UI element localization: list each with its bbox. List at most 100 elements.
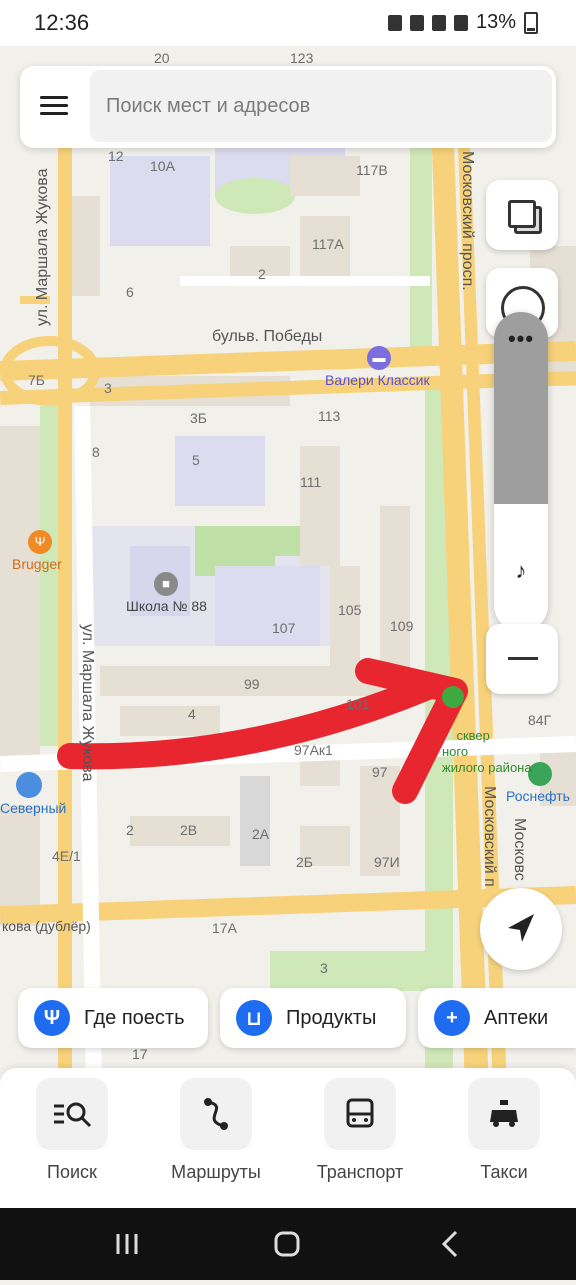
mall-icon — [16, 772, 42, 798]
house-number: 2 — [126, 822, 134, 838]
house-number: 113 — [318, 408, 341, 424]
bus-icon — [324, 1078, 396, 1150]
house-number: 4Е/1 — [52, 848, 81, 864]
fork-knife-icon: Ψ — [34, 1000, 70, 1036]
route-icon — [180, 1078, 252, 1150]
status-time: 12:36 — [34, 10, 90, 35]
navigation-arrow-icon — [508, 914, 534, 942]
nav-transport[interactable]: Транспорт — [288, 1078, 432, 1183]
park-icon — [442, 686, 464, 708]
nav-taxi[interactable]: Такси — [432, 1078, 576, 1183]
house-number: 107 — [272, 620, 296, 636]
taxi-icon — [468, 1078, 540, 1150]
house-number: 17А — [212, 920, 237, 936]
category-grocery-chip[interactable]: ⊔ Продукты — [220, 988, 406, 1048]
search-card: Поиск мест и адресов — [20, 66, 556, 148]
house-number: 97Ак1 — [294, 742, 333, 758]
house-number: 99 — [244, 676, 260, 692]
menu-button[interactable] — [36, 86, 76, 126]
street-label: Московский п — [481, 786, 498, 887]
category-food-chip[interactable]: Ψ Где поесть — [18, 988, 208, 1048]
status-icons: 13% — [387, 11, 538, 34]
house-number: 3Б — [190, 410, 207, 426]
house-number: 7Б — [28, 372, 45, 388]
chip-label: Аптеки — [484, 1006, 549, 1029]
house-number: 111 — [300, 474, 322, 490]
school-icon: ■ — [154, 572, 178, 596]
minus-icon — [508, 657, 538, 660]
house-number: 117А — [312, 236, 344, 252]
house-number: 20 — [154, 50, 170, 66]
basket-icon: ⊔ — [236, 1000, 272, 1036]
recents-icon[interactable] — [116, 1234, 138, 1254]
house-number: 105 — [338, 602, 362, 618]
poi-mall[interactable]: Северный — [0, 772, 66, 816]
food-icon: Ψ — [28, 530, 52, 554]
house-number: 12 — [108, 148, 124, 164]
street-label: Московский просп. — [459, 151, 476, 291]
poi-school[interactable]: ■ Школа № 88 — [126, 572, 207, 614]
house-number: 8 — [92, 444, 100, 460]
locate-button[interactable] — [480, 888, 562, 970]
house-number: 109 — [390, 618, 414, 634]
home-icon[interactable] — [274, 1231, 300, 1257]
poi-label: сквер ного жилого района — [442, 728, 532, 775]
nav-search[interactable]: Поиск — [0, 1078, 144, 1183]
house-number: 101 — [346, 696, 370, 712]
layers-button[interactable] — [486, 180, 558, 250]
house-number: 3 — [320, 960, 328, 976]
alarm-icon — [387, 14, 402, 31]
back-icon[interactable] — [441, 1230, 458, 1258]
poi-hotel[interactable]: ▬ Валери Классик — [325, 346, 430, 388]
house-number: 117В — [356, 162, 388, 178]
hotel-icon: ▬ — [367, 346, 391, 370]
chip-label: Где поесть — [84, 1006, 185, 1029]
house-number: 97И — [374, 854, 400, 870]
more-icon[interactable]: ••• — [494, 326, 548, 352]
street-label: бульв. Победы — [212, 328, 323, 345]
poi-food[interactable]: Ψ Brugger — [12, 530, 62, 572]
house-number: 2А — [252, 826, 270, 842]
plus-icon: + — [434, 1000, 470, 1036]
system-nav-bar — [0, 1208, 576, 1280]
nav-routes[interactable]: Маршруты — [144, 1078, 288, 1183]
search-input[interactable]: Поиск мест и адресов — [90, 70, 552, 142]
signal-icon — [453, 14, 468, 31]
street-label: Московс — [511, 818, 528, 881]
house-number: 123 — [290, 50, 314, 66]
house-number: 97 — [372, 764, 388, 780]
house-number: 4 — [188, 706, 196, 722]
house-number: 5 — [192, 452, 200, 468]
house-number: 2В — [180, 822, 198, 838]
house-number: 2Б — [296, 854, 313, 870]
mute-icon — [409, 14, 424, 31]
bottom-nav: Поиск Маршруты Транспорт Такси — [0, 1068, 576, 1208]
data-icon — [431, 14, 446, 31]
zoom-out-button[interactable] — [486, 624, 558, 694]
category-pharmacy-chip[interactable]: + Аптеки — [418, 988, 576, 1048]
battery-icon — [524, 11, 538, 34]
street-label: ул. Маршала Жукова — [34, 168, 51, 326]
street-label: ул. Маршала Жукова — [79, 624, 96, 782]
house-number: 10А — [150, 158, 175, 174]
status-bar: 12:36 13% — [0, 0, 576, 46]
house-number: 6 — [126, 284, 134, 300]
nav-label: Маршруты — [171, 1162, 261, 1182]
layers-icon-front — [508, 200, 536, 228]
battery-percent: 13% — [475, 11, 516, 33]
poi-label: Северный — [0, 800, 67, 816]
street-label: кова (дублёр) — [2, 918, 91, 934]
house-number: 84Г — [528, 712, 552, 728]
house-number: 17 — [132, 1046, 148, 1062]
nav-label: Поиск — [47, 1162, 97, 1182]
house-number: 2 — [258, 266, 266, 282]
nav-label: Такси — [480, 1162, 528, 1182]
chip-label: Продукты — [286, 1006, 377, 1029]
search-list-icon — [36, 1078, 108, 1150]
poi-label: Валери Классик — [325, 372, 430, 388]
search-placeholder: Поиск мест и адресов — [106, 94, 311, 117]
music-note-icon[interactable]: ♪ — [502, 552, 540, 590]
house-number: 3 — [104, 380, 112, 396]
poi-label: Школа № 88 — [126, 598, 207, 614]
volume-panel[interactable]: ••• ♪ — [494, 312, 548, 632]
